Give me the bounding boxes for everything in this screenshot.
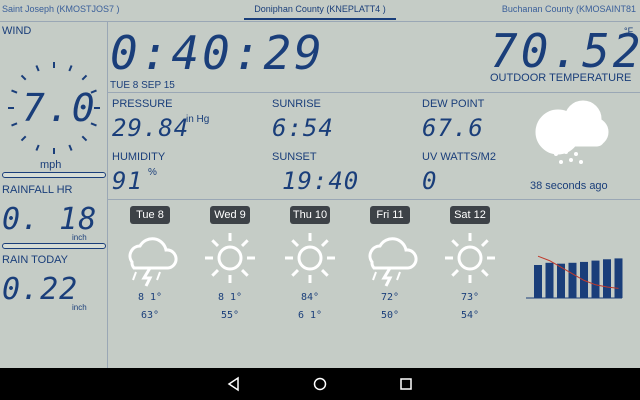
rainfall-hr-unit: inch: [72, 233, 87, 242]
pressure-value: 29.84: [112, 114, 190, 142]
forecast-high-4: 72°: [380, 292, 400, 303]
thunderstorm-icon: [368, 237, 418, 287]
station-left[interactable]: Saint Joseph (KMOSTJOS7 ): [2, 4, 120, 14]
station-right[interactable]: Buchanan County (KMOSAINT81: [502, 4, 636, 14]
mini-chart-bar: [591, 260, 600, 298]
sun-icon: [445, 233, 495, 283]
station-center[interactable]: Doniphan County (KNEPLATT4 ): [244, 4, 396, 20]
rain-today-unit: inch: [72, 303, 87, 312]
sunset-label: SUNSET: [272, 151, 317, 163]
forecast-low-5: 54°: [460, 310, 480, 321]
thunderstorm-icon: [128, 237, 178, 287]
sunrise-value: 6:54: [272, 114, 334, 142]
left-divider: [107, 22, 108, 368]
clock-date: TUE 8 SEP 15: [110, 80, 175, 91]
forecast-low-3: 6 1°: [297, 310, 323, 321]
forecast-high-1: 8 1°: [137, 292, 163, 303]
wind-label: WIND: [2, 25, 32, 37]
pressure-label: PRESSURE: [112, 98, 173, 110]
rain-cloud-icon: [535, 100, 609, 164]
dew-point-label: DEW POINT: [422, 98, 485, 110]
mini-chart-bar: [614, 258, 623, 298]
wind-bar: [2, 172, 106, 178]
back-icon[interactable]: [226, 376, 242, 392]
forecast-day-4[interactable]: Fri 11: [370, 206, 410, 224]
uv-value: 0: [422, 167, 438, 195]
pressure-unit: in Hg: [186, 114, 210, 125]
mini-chart-bar: [534, 265, 542, 298]
humidity-label: HUMIDITY: [112, 151, 166, 163]
rainfall-hr-label: RAINFALL HR: [2, 184, 73, 196]
system-nav-bar: [0, 368, 640, 400]
sunrise-label: SUNRISE: [272, 98, 321, 110]
clock-divider: [108, 92, 640, 93]
forecast-low-2: 55°: [220, 310, 240, 321]
wind-speed: 7.0: [22, 86, 97, 130]
forecast-divider: [108, 199, 640, 200]
dew-point-value: 67.6: [422, 114, 484, 142]
sunset-value: 19:40: [282, 167, 360, 195]
mini-chart-bar: [603, 259, 611, 298]
forecast-low-1: 63°: [140, 310, 160, 321]
forecast-day-3[interactable]: Thu 10: [290, 206, 330, 224]
home-icon[interactable]: [312, 376, 328, 392]
sun-icon: [205, 233, 255, 283]
outdoor-temp-label: OUTDOOR TEMPERATURE: [490, 72, 632, 84]
forecast-high-2: 8 1°: [217, 292, 243, 303]
wind-unit: mph: [40, 159, 62, 171]
outdoor-temp-unit: °F: [624, 26, 634, 36]
forecast-high-5: 73°: [460, 292, 480, 303]
uv-label: UV WATTS/M2: [422, 151, 496, 163]
recents-icon[interactable]: [398, 376, 414, 392]
rainfall-hr-value: 0. 18: [2, 202, 98, 237]
forecast-day-5[interactable]: Sat 12: [450, 206, 490, 224]
top-divider: [0, 21, 640, 22]
forecast-day-2[interactable]: Wed 9: [210, 206, 250, 224]
humidity-unit: %: [148, 167, 157, 178]
forecast-high-3: 84°: [300, 292, 320, 303]
rain-today-label: RAIN TODAY: [2, 254, 69, 266]
rainfall-hr-bar: [2, 243, 106, 249]
clock-time: 0:40:29: [110, 26, 325, 80]
forecast-low-4: 50°: [380, 310, 400, 321]
mini-chart-bar: [568, 262, 577, 298]
rain-today-value: 0.22: [2, 272, 79, 307]
outdoor-temp: 70.52: [490, 24, 640, 78]
forecast-day-1[interactable]: Tue 8: [130, 206, 170, 224]
update-age: 38 seconds ago: [530, 180, 608, 192]
humidity-value: 91: [112, 167, 143, 195]
mini-chart-bar: [545, 262, 554, 298]
station-bar: Saint Joseph (KMOSTJOS7 ) Doniphan Count…: [0, 0, 640, 22]
sun-icon: [285, 233, 335, 283]
mini-chart: [526, 255, 623, 299]
